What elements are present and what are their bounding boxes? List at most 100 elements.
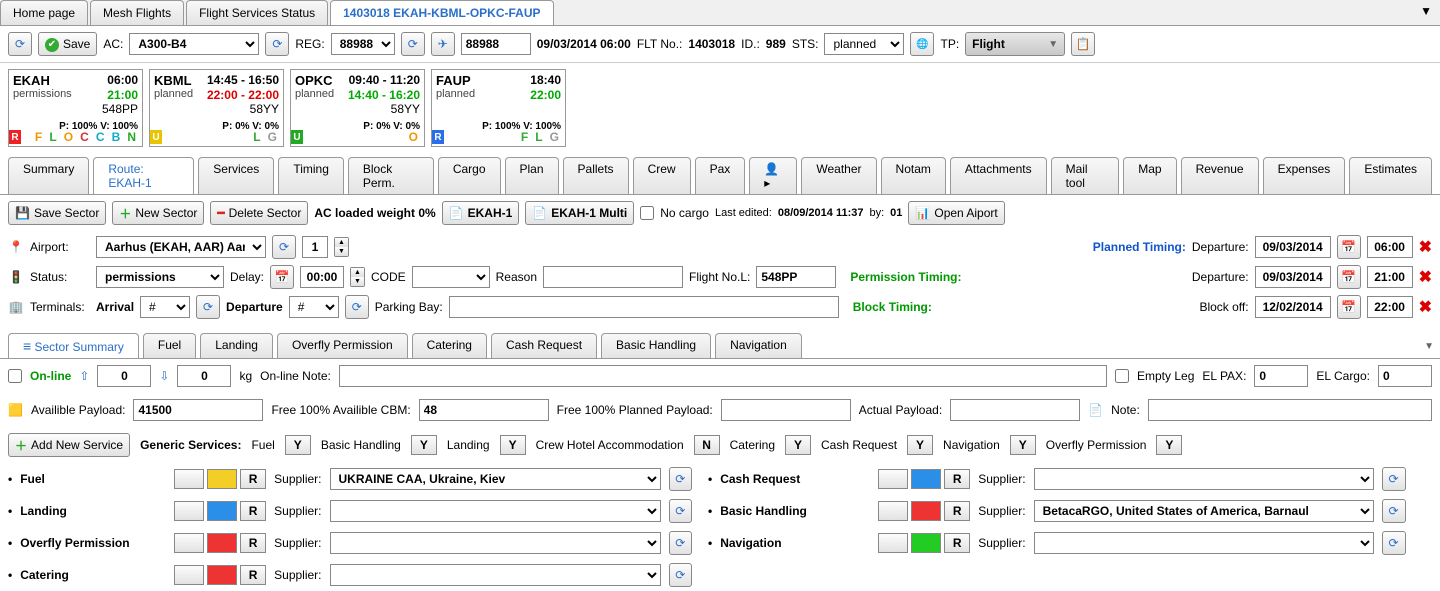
tab-mesh-flights[interactable]: Mesh Flights — [90, 0, 184, 25]
tab-block-perm-[interactable]: Block Perm. — [348, 157, 434, 194]
calendar-icon[interactable] — [1337, 235, 1361, 259]
planned-time-input[interactable] — [1367, 236, 1413, 258]
tab-crew[interactable]: Crew — [633, 157, 691, 194]
ekah1-multi-button[interactable]: EKAH-1 Multi — [525, 201, 634, 225]
planned-date-input[interactable] — [1255, 236, 1331, 258]
service-status-1[interactable] — [174, 469, 204, 489]
airport-select[interactable]: Aarhus (EKAH, AAR) Aarhu — [96, 236, 266, 258]
reg2-input[interactable] — [461, 33, 531, 55]
gs-fuel-toggle[interactable]: Y — [285, 435, 311, 455]
seq-input[interactable] — [302, 236, 328, 258]
planned-payload-input[interactable] — [721, 399, 851, 421]
leg-card[interactable]: EKAH 06:00 permissions 21:00 548PP P: 10… — [8, 69, 143, 147]
service-status-2[interactable] — [207, 565, 237, 585]
subtab-sector-summary[interactable]: Sector Summary — [8, 333, 139, 358]
gs-bh-toggle[interactable]: Y — [411, 435, 437, 455]
empty-leg-checkbox[interactable] — [1115, 369, 1129, 383]
avail-payload-input[interactable] — [133, 399, 263, 421]
service-r-button[interactable]: R — [240, 469, 266, 489]
tp-select[interactable]: Flight▼ — [965, 32, 1065, 56]
globe-button[interactable] — [910, 32, 934, 56]
service-r-button[interactable]: R — [944, 501, 970, 521]
parking-input[interactable] — [449, 296, 839, 318]
ekah1-button[interactable]: EKAH-1 — [442, 201, 520, 225]
open-airport-button[interactable]: Open Aiport — [908, 201, 1004, 225]
save-button[interactable]: Save — [38, 32, 97, 56]
service-status-1[interactable] — [878, 533, 908, 553]
subtab-navigation[interactable]: Navigation — [715, 333, 802, 358]
supplier-refresh[interactable] — [669, 499, 692, 523]
gs-catering-toggle[interactable]: Y — [785, 435, 811, 455]
tab-flight-services-status[interactable]: Flight Services Status — [186, 0, 328, 25]
delay-input[interactable] — [300, 266, 344, 288]
departure-select[interactable]: # — [289, 296, 339, 318]
ac-select[interactable]: A300-B4 — [129, 33, 259, 55]
delay-spinner[interactable]: ▲▼ — [350, 267, 365, 287]
service-status-1[interactable] — [878, 469, 908, 489]
service-status-2[interactable] — [207, 469, 237, 489]
supplier-refresh[interactable] — [669, 467, 692, 491]
tab-overflow-icon[interactable]: ▼ — [1412, 0, 1440, 25]
gs-ofp-toggle[interactable]: Y — [1156, 435, 1182, 455]
reason-input[interactable] — [543, 266, 683, 288]
service-status-1[interactable] — [174, 565, 204, 585]
calendar-icon[interactable] — [1337, 265, 1361, 289]
tab-expenses[interactable]: Expenses — [1263, 157, 1346, 194]
service-status-1[interactable] — [174, 533, 204, 553]
reg-refresh-button[interactable] — [401, 32, 425, 56]
subtab-overfly-permission[interactable]: Overfly Permission — [277, 333, 408, 358]
tab-services[interactable]: Services — [198, 157, 274, 194]
calendar-icon[interactable] — [1337, 295, 1361, 319]
fuel-up-input[interactable] — [97, 365, 151, 387]
tab-timing[interactable]: Timing — [278, 157, 344, 194]
subtab-landing[interactable]: Landing — [200, 333, 273, 358]
block-time-input[interactable] — [1367, 296, 1413, 318]
subtab-basic-handling[interactable]: Basic Handling — [601, 333, 711, 358]
tab-estimates[interactable]: Estimates — [1349, 157, 1432, 194]
perm-date-input[interactable] — [1255, 266, 1331, 288]
gs-cash-toggle[interactable]: Y — [907, 435, 933, 455]
tab-attachments[interactable]: Attachments — [950, 157, 1047, 194]
refresh-button[interactable] — [8, 32, 32, 56]
block-date-input[interactable] — [1255, 296, 1331, 318]
leg-card[interactable]: KBML 14:45 - 16:50 planned 22:00 - 22:00… — [149, 69, 284, 147]
leg-card[interactable]: FAUP 18:40 planned 22:00 P: 100% V: 100%… — [431, 69, 566, 147]
status-select[interactable]: permissions — [96, 266, 224, 288]
save-sector-button[interactable]: Save Sector — [8, 201, 106, 225]
tab-pallets[interactable]: Pallets — [563, 157, 629, 194]
gs-nav-toggle[interactable]: Y — [1010, 435, 1036, 455]
supplier-refresh[interactable] — [669, 563, 692, 587]
service-status-2[interactable] — [911, 533, 941, 553]
airport-refresh[interactable] — [272, 235, 296, 259]
note-input[interactable] — [1148, 399, 1432, 421]
cbm-input[interactable] — [419, 399, 549, 421]
supplier-select[interactable] — [330, 500, 661, 522]
service-status-1[interactable] — [174, 501, 204, 521]
service-r-button[interactable]: R — [240, 501, 266, 521]
tab-route-ekah-1[interactable]: Route: EKAH-1 — [93, 157, 194, 194]
flightno-input[interactable] — [756, 266, 836, 288]
supplier-select[interactable] — [330, 532, 661, 554]
clear-block-button[interactable]: ✖ — [1419, 297, 1432, 317]
copy-button[interactable]: 📋 — [1071, 32, 1095, 56]
supplier-refresh[interactable] — [1382, 531, 1406, 555]
tab-map[interactable]: Map — [1123, 157, 1176, 194]
tab-summary[interactable]: Summary — [8, 157, 89, 194]
service-status-2[interactable] — [911, 501, 941, 521]
supplier-refresh[interactable] — [1382, 499, 1406, 523]
clear-planned-button[interactable]: ✖ — [1419, 237, 1432, 257]
subtab-overflow-icon[interactable]: ▼ — [1424, 341, 1434, 352]
new-sector-button[interactable]: New Sector — [112, 201, 204, 225]
arrival-refresh[interactable] — [196, 295, 220, 319]
departure-refresh[interactable] — [345, 295, 369, 319]
tab-mail-tool[interactable]: Mail tool — [1051, 157, 1120, 194]
supplier-select[interactable] — [1034, 468, 1374, 490]
tab-flight-detail[interactable]: 1403018 EKAH-KBML-OPKC-FAUP — [330, 0, 553, 25]
service-r-button[interactable]: R — [240, 565, 266, 585]
gs-cha-toggle[interactable]: N — [694, 435, 720, 455]
no-cargo-checkbox[interactable] — [640, 206, 654, 220]
tab-cargo[interactable]: Cargo — [438, 157, 501, 194]
delete-sector-button[interactable]: Delete Sector — [210, 201, 308, 225]
reg-select[interactable]: 88988 — [331, 33, 395, 55]
supplier-select[interactable] — [330, 564, 661, 586]
